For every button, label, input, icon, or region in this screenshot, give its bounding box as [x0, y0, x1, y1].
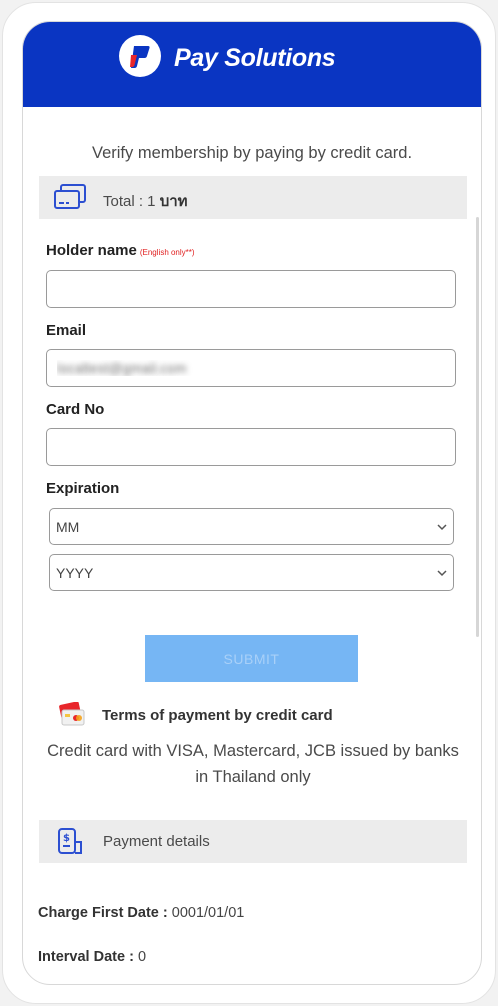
credit-card-icon — [56, 701, 86, 728]
invoice-icon: $ — [53, 828, 87, 856]
english-only-note: (English only**) — [139, 248, 195, 257]
svg-text:$: $ — [63, 833, 70, 844]
charge-first-date: Charge First Date : 0001/01/01 — [38, 905, 244, 921]
submit-button[interactable]: SUBMIT — [145, 635, 358, 682]
total-text: Total : 1 บาท — [103, 189, 188, 213]
chevron-down-icon — [437, 570, 447, 577]
email-label: Email — [46, 322, 87, 339]
payment-details-title: Payment details — [103, 833, 210, 850]
payment-screen: Pay Solutions Verify membership by payin… — [22, 21, 482, 985]
card-number-input[interactable] — [46, 428, 456, 466]
chevron-down-icon — [437, 524, 447, 531]
month-value: MM — [56, 519, 80, 535]
total-label: Total : 1 — [103, 193, 156, 210]
brand-name: Pay Solutions — [174, 44, 336, 72]
expiration-month-select[interactable]: MM — [49, 508, 454, 545]
intro-text: Verify membership by paying by credit ca… — [91, 144, 413, 162]
total-bar: Total : 1 บาท — [39, 176, 467, 219]
currency: บาท — [159, 193, 188, 210]
expiration-label: Expiration — [46, 480, 120, 497]
header: Pay Solutions — [23, 22, 481, 107]
pay-solutions-logo-icon — [119, 35, 161, 77]
email-input[interactable] — [46, 349, 456, 387]
year-value: YYYY — [56, 565, 94, 581]
interval-date: Interval Date : 0 — [38, 949, 146, 965]
charge-first-date-value: 0001/01/01 — [171, 905, 245, 921]
card-number-label: Card No — [46, 401, 105, 418]
credit-cards-icon — [53, 184, 87, 212]
terms-body: Credit card with VISA, Mastercard, JCB i… — [47, 742, 459, 786]
holder-name-input[interactable] — [46, 270, 456, 308]
expiration-year-select[interactable]: YYYY — [49, 554, 454, 591]
interval-date-label: Interval Date : — [38, 949, 134, 965]
charge-first-date-label: Charge First Date : — [38, 905, 168, 921]
device-frame: Pay Solutions Verify membership by payin… — [2, 2, 496, 1004]
interval-date-value: 0 — [137, 949, 147, 965]
scrollbar[interactable] — [476, 217, 479, 637]
holder-name-label: Holder name (English only**) — [46, 242, 195, 259]
holder-name-label-text: Holder name — [46, 242, 137, 259]
terms-title: Terms of payment by credit card — [102, 707, 333, 724]
payment-details-bar: $ Payment details — [39, 820, 467, 863]
